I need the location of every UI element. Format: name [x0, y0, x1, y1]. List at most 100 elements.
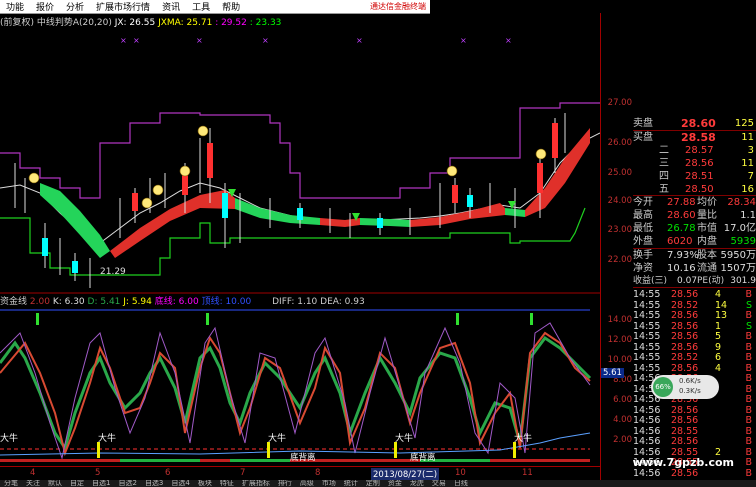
x-tick-label: 8	[315, 468, 321, 478]
cursor-date: 2013/08/27(二)	[371, 468, 440, 480]
stat-value: 1507万	[720, 263, 756, 274]
diff-value: DIFF: 1.10	[272, 297, 318, 307]
bottom-tab[interactable]: 扩展指标	[238, 480, 274, 487]
bottom-tab[interactable]: 默认	[44, 480, 66, 487]
stats-row: 今开 27.88 均价 28.34	[633, 196, 756, 209]
bottom-tab[interactable]: 交易	[428, 480, 450, 487]
lower-indicator-line: 资金线 2.00 K: 6.30 D: 5.41 J: 5.94 底线: 6.0…	[0, 294, 365, 307]
bottom-tab[interactable]: 龙虎	[406, 480, 428, 487]
watermark: www.7gpzb.com	[632, 456, 734, 469]
stat-label: 今开	[633, 197, 653, 208]
bid-level-row: 二 28.57 3	[633, 144, 756, 157]
level-price: 28.56	[685, 158, 714, 169]
menu-item-extended-market[interactable]: 扩展市场行情	[90, 0, 156, 13]
ask-label: 卖盘	[633, 118, 653, 129]
d-value: D: 5.41	[87, 297, 121, 307]
k-value: K: 6.30	[52, 297, 85, 307]
signal-label: 大牛	[0, 434, 19, 444]
bottom-tab[interactable]: 资金	[384, 480, 406, 487]
x-axis: 4 5 6 7 8 9 10 11 2013/08/27(二)	[0, 466, 600, 480]
y-tick-label: 2.00	[613, 435, 632, 445]
bottom-tab[interactable]: 板块	[194, 480, 216, 487]
stat-value: 5950万	[720, 250, 756, 261]
bottom-tab[interactable]: 自选2	[114, 480, 140, 487]
stats-row: 最高 28.60 量比 1.1	[633, 209, 756, 222]
stat-label: 最高	[633, 210, 653, 221]
divergence-label: 底背离	[290, 453, 316, 463]
signal-label: 大牛	[98, 434, 117, 444]
ask-price: 28.60	[681, 117, 716, 130]
bottom-tab[interactable]: 日线	[450, 480, 472, 487]
broker-notice[interactable]: 通达信金融终端	[370, 1, 426, 12]
price-y-axis: 27.00 26.00 25.00 24.00 23.00 22.00 14.0…	[600, 13, 634, 480]
y-tick-label: 26.00	[607, 138, 632, 148]
level-label: 三	[659, 158, 669, 169]
ask-volume: 125	[734, 118, 754, 129]
bottom-tab[interactable]: 特征	[216, 480, 238, 487]
level-label: 二	[659, 145, 669, 156]
stat-label: 最低	[633, 223, 653, 234]
divergence-label: 底背离	[410, 453, 436, 463]
param-a: 2.00	[29, 297, 50, 307]
stat-value: 10.16	[667, 263, 696, 274]
level-volume: 7	[747, 171, 754, 182]
svg-text:×: ×	[460, 36, 467, 45]
stat-label: 股本	[697, 250, 717, 261]
bottom-tab[interactable]: 自选3	[141, 480, 167, 487]
stat-value: 1.1	[740, 210, 756, 221]
menu-item-analysis[interactable]: 分析	[60, 0, 90, 13]
bottom-tab[interactable]: 关注	[22, 480, 44, 487]
y-tick-label: 24.00	[607, 196, 632, 206]
signal-label: 大牛	[268, 434, 287, 444]
svg-text:×: ×	[356, 36, 363, 45]
bid-level-row: 三 28.56 11	[633, 157, 756, 170]
stat-value: 26.78	[667, 223, 696, 234]
y-tick-label: 25.00	[607, 168, 632, 178]
bid-volume: 11	[741, 132, 754, 143]
stat-value: 28.34	[727, 197, 756, 208]
stat-label: 收益(三)	[633, 276, 668, 286]
y-tick-label: 6.00	[613, 395, 632, 405]
level-price: 28.57	[685, 145, 714, 156]
bid-row: 买盘 28.58 11	[633, 131, 756, 144]
y-tick-label: 23.00	[607, 225, 632, 235]
tick-time: 14:56	[633, 467, 661, 479]
level-volume: 11	[741, 158, 754, 169]
svg-text:×: ×	[196, 36, 203, 45]
bottom-tab[interactable]: 分笔	[0, 480, 22, 487]
bottom-tab[interactable]: 统计	[340, 480, 362, 487]
level-volume: 3	[747, 145, 754, 156]
bottom-tab[interactable]: 高级	[296, 480, 318, 487]
network-speed-widget[interactable]: 66% 0.6K/s 0.3K/s	[651, 375, 719, 399]
j-value: J: 5.94	[123, 297, 152, 307]
stat-value: 7.93%	[667, 250, 699, 261]
stat-label: 内盘	[697, 236, 717, 247]
bottom-tab[interactable]: 定制	[362, 480, 384, 487]
x-tick-label: 5	[95, 468, 101, 478]
y-tick-label: 22.00	[607, 255, 632, 265]
menu-bar: 功能 报价 分析 扩展市场行情 资讯 工具 帮助 通达信金融终端	[0, 0, 430, 14]
dea-value: DEA: 0.93	[320, 297, 365, 307]
x-tick-label: 10	[455, 468, 466, 478]
bottom-tab[interactable]: 自定	[66, 480, 88, 487]
menu-item-news[interactable]: 资讯	[156, 0, 186, 13]
bottom-tab[interactable]: 排行	[274, 480, 296, 487]
bottom-tab[interactable]: 市场	[318, 480, 340, 487]
svg-text:×: ×	[120, 36, 127, 45]
tick-row: 14:56 28.56 B	[633, 468, 756, 480]
stats-row: 净资 10.16 流通 1507万	[633, 262, 756, 275]
menu-item-tools[interactable]: 工具	[186, 0, 216, 13]
menu-item-functions[interactable]: 功能	[0, 0, 30, 13]
bid-label: 买盘	[633, 132, 653, 143]
bottom-tab[interactable]: 自选1	[88, 480, 114, 487]
stat-label: 流通	[697, 263, 717, 274]
chart-area[interactable]: (前复权) 中线判势A(20,20) JX: 26.55 JXMA: 25.71…	[0, 13, 600, 480]
x-tick-label: 4	[30, 468, 36, 478]
menu-item-help[interactable]: 帮助	[216, 0, 246, 13]
bid-level-row: 四 28.51 7	[633, 170, 756, 183]
menu-item-quote[interactable]: 报价	[30, 0, 60, 13]
bottom-tab[interactable]: 自选4	[167, 480, 193, 487]
current-value-marker: 5.61	[601, 368, 624, 378]
stats-row: 最低 26.78 市值 17.0亿	[633, 222, 756, 235]
y-tick-label: 12.00	[607, 335, 632, 345]
